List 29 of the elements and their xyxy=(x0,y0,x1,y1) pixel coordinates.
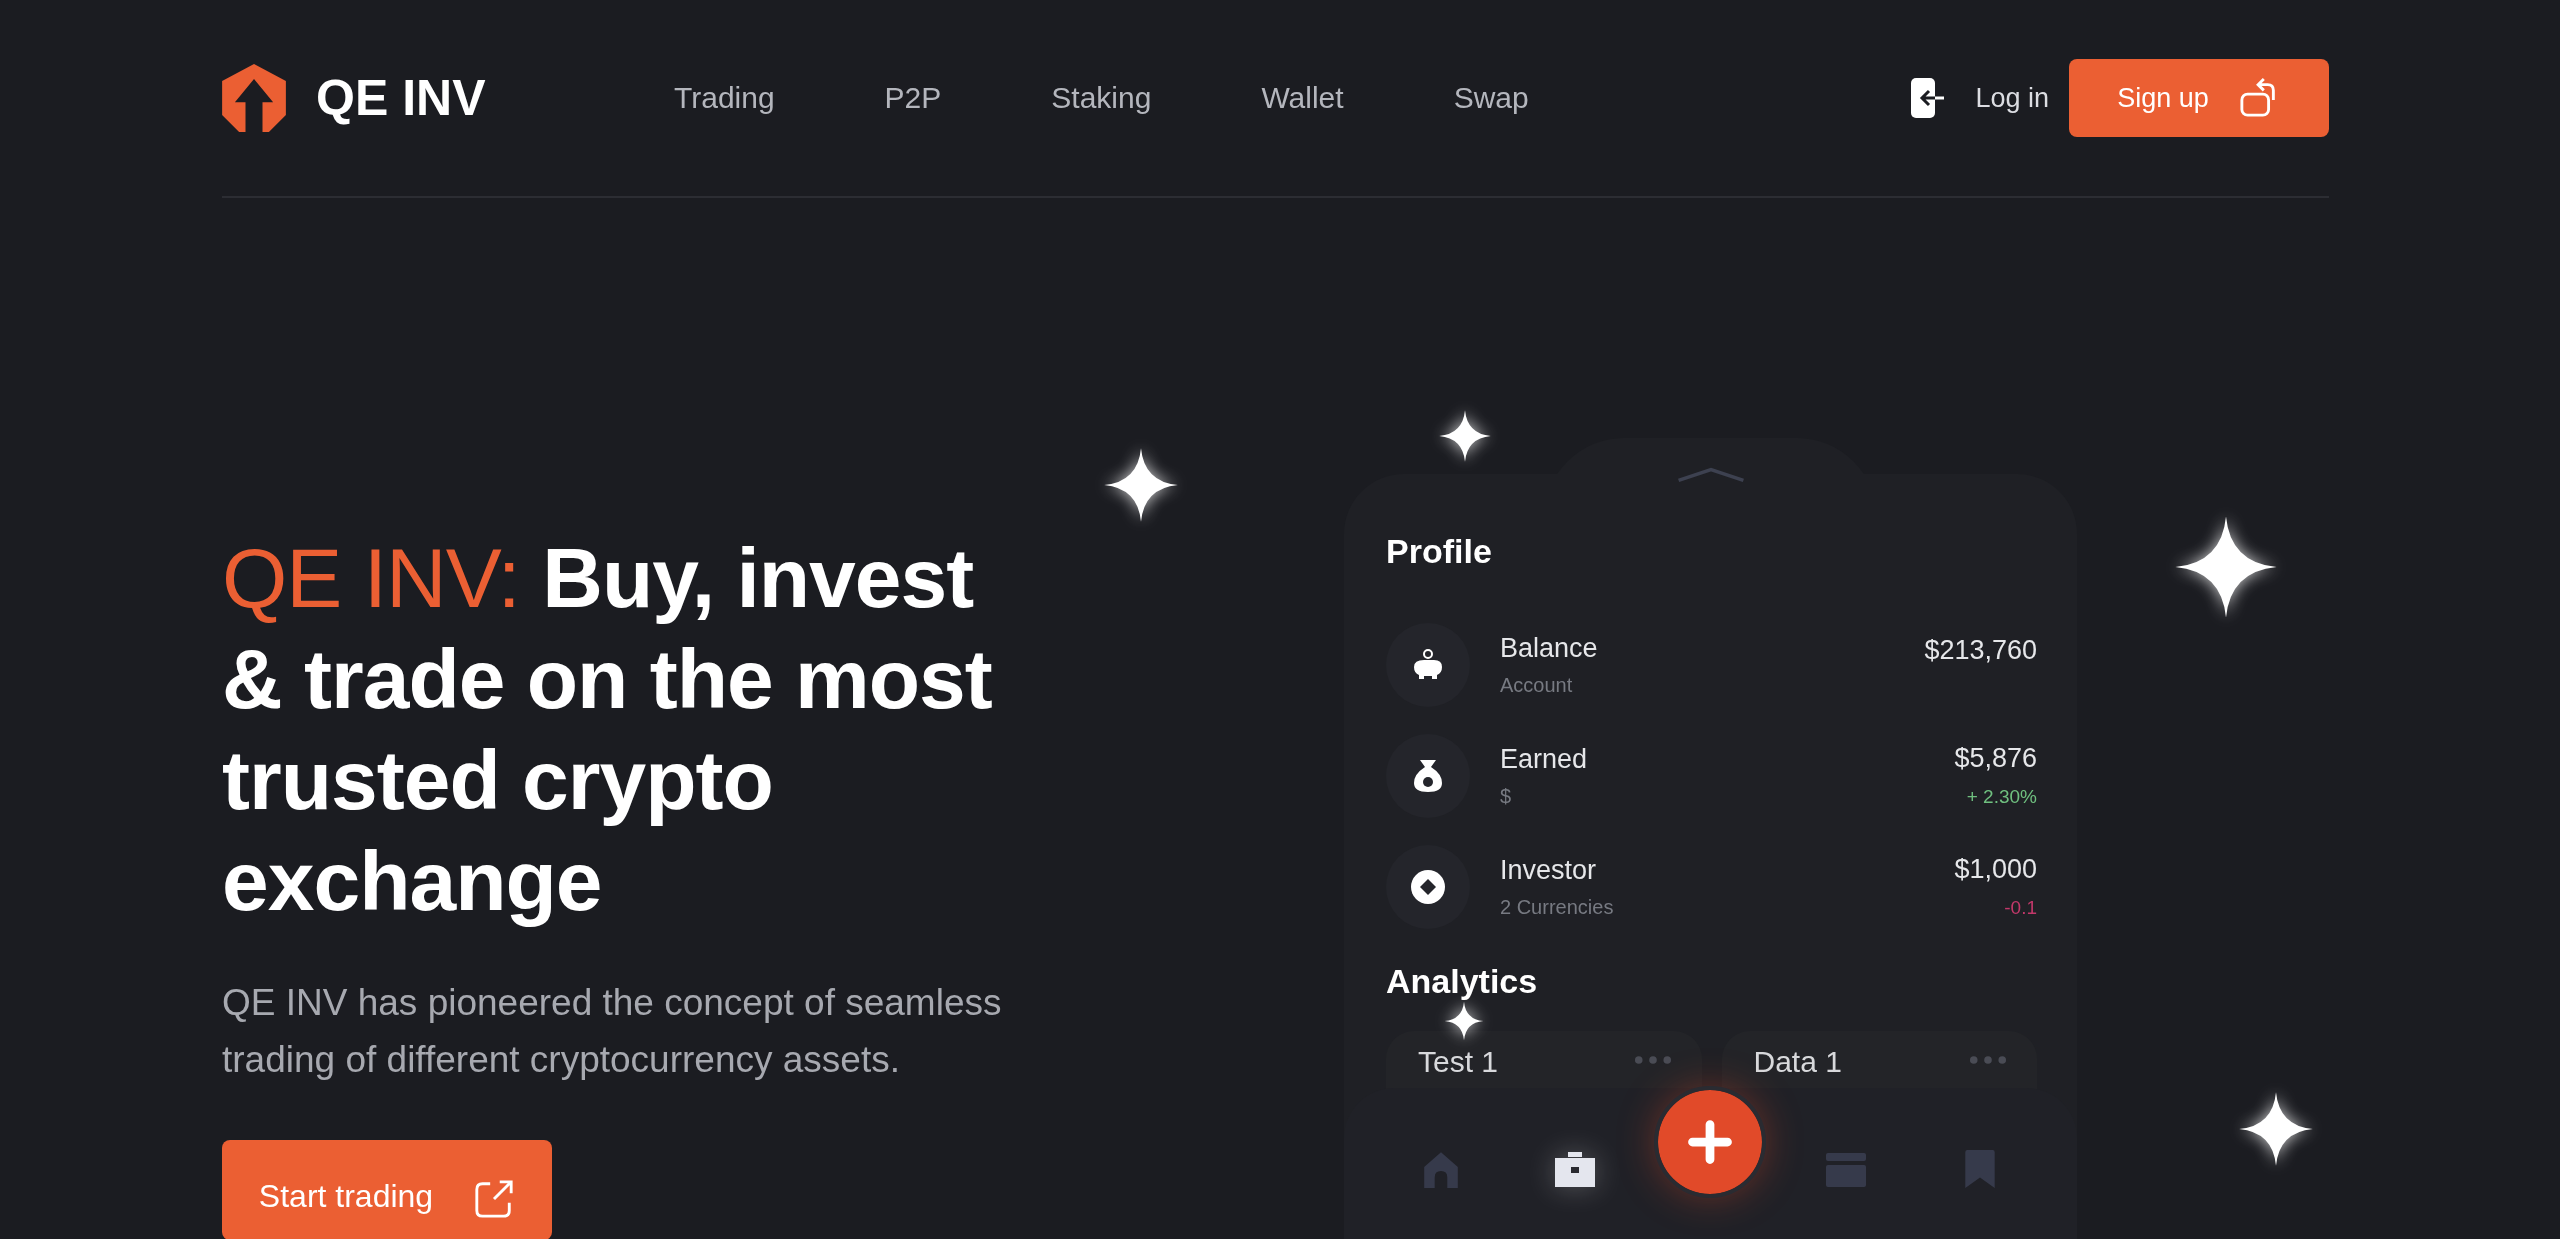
login-link[interactable]: Log in xyxy=(1975,82,2049,114)
section-title: Analytics xyxy=(1386,962,1539,1001)
row-subtitle: Account xyxy=(1500,673,1574,697)
more-icon[interactable] xyxy=(1969,1055,2007,1065)
row-title: Investor xyxy=(1500,854,1598,886)
external-link-icon xyxy=(473,1178,516,1220)
change-value: -0.1 xyxy=(2004,897,2037,919)
login-icon[interactable] xyxy=(1911,78,1946,118)
nav-link[interactable]: Staking xyxy=(1051,81,1152,115)
row-title: Balance xyxy=(1500,632,1599,664)
logo-icon xyxy=(222,64,286,132)
nav-link[interactable]: Wallet xyxy=(1261,81,1344,115)
hero-title: QE INV: Buy, invest & trade on the most trusted crypto exchange xyxy=(222,530,993,930)
row-title: Earned xyxy=(1500,743,1589,775)
row-value: $213,760 xyxy=(1924,634,2037,666)
nav-link[interactable]: P2P xyxy=(884,81,942,115)
row-subtitle: $ xyxy=(1500,784,1513,808)
section-title: Profile xyxy=(1386,532,1493,571)
nav-link[interactable]: Swap xyxy=(1453,81,1529,115)
row-value: $1,000 xyxy=(1954,854,2037,885)
nav-link[interactable]: Trading xyxy=(674,81,775,115)
card-title: Test 1 xyxy=(1418,1045,1499,1079)
change-value: + 2.30% xyxy=(1966,786,2037,808)
card-title: Data 1 xyxy=(1753,1045,1842,1079)
logo-text[interactable]: QE INV xyxy=(316,69,486,127)
more-icon[interactable] xyxy=(1633,1055,1672,1065)
row-value: $5,876 xyxy=(1954,743,2037,774)
row-subtitle: 2 Currencies xyxy=(1500,895,1615,919)
hero-description: QE INV has pioneered the concept of seamless trading of different cryptocurrency assets. xyxy=(222,981,1003,1082)
